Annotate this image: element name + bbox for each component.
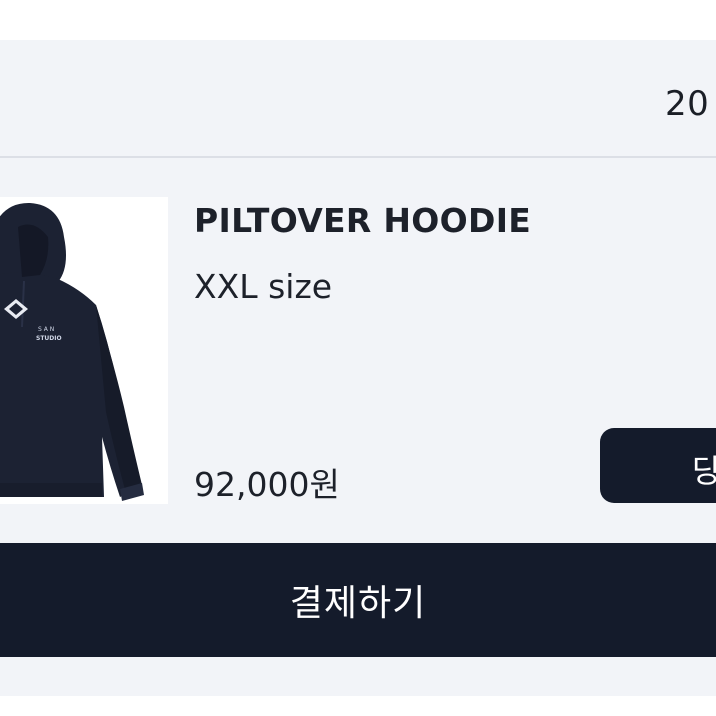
product-name[interactable]: PILTOVER HOODIE bbox=[194, 201, 531, 240]
page: 20 S A N STUDIO PILTOVER HOODIE XXL size… bbox=[0, 0, 716, 716]
pay-button-label: 결제하기 bbox=[289, 583, 427, 624]
order-card: 20 S A N STUDIO PILTOVER HOODIE XXL size… bbox=[0, 40, 716, 696]
product-price: 92,000원 bbox=[194, 465, 340, 504]
divider bbox=[0, 156, 716, 158]
svg-text:S A N: S A N bbox=[38, 326, 54, 333]
svg-text:STUDIO: STUDIO bbox=[36, 335, 62, 342]
order-header: 20 bbox=[0, 40, 716, 156]
order-date: 20 bbox=[665, 84, 710, 124]
hoodie-image: S A N STUDIO bbox=[0, 202, 144, 501]
pay-button[interactable]: 결제하기 bbox=[0, 543, 716, 657]
side-action-button-label: 당 bbox=[692, 452, 716, 490]
product-option: XXL size bbox=[194, 267, 333, 306]
product-image[interactable]: S A N STUDIO bbox=[0, 197, 168, 504]
side-action-button[interactable]: 당 bbox=[600, 428, 716, 503]
